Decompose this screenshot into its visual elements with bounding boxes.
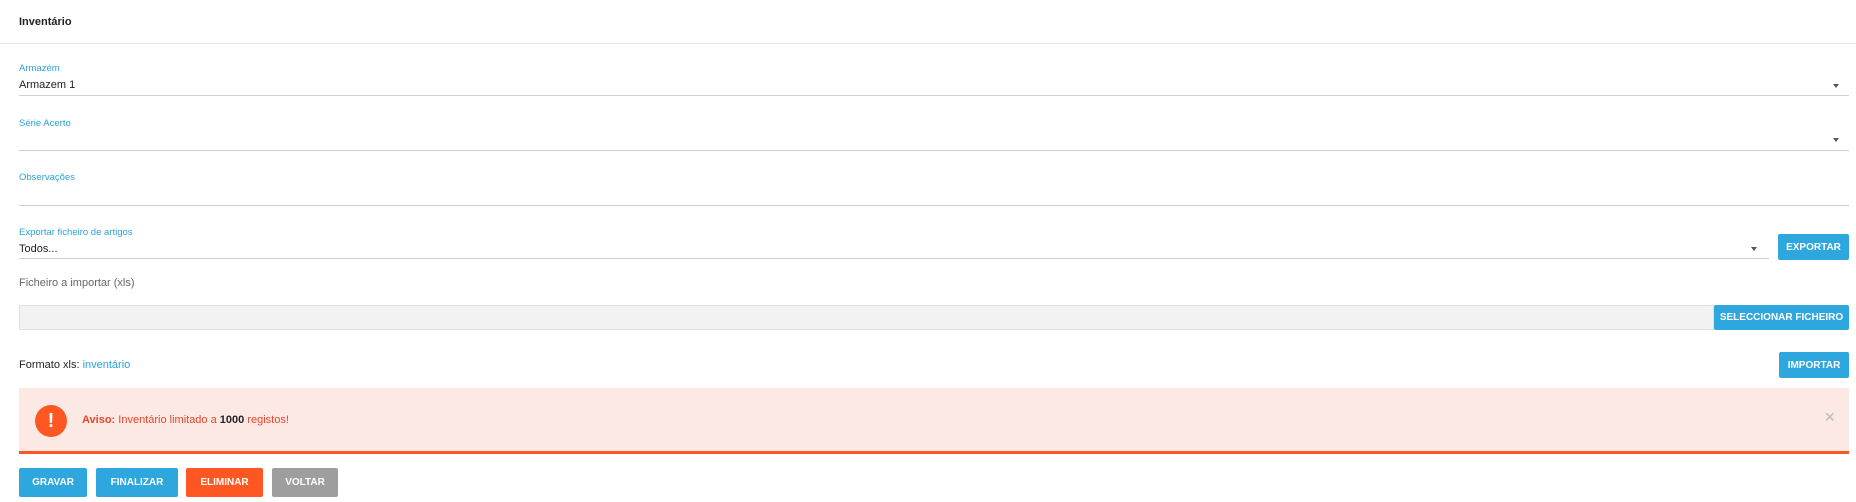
file-path-field[interactable] xyxy=(19,305,1714,330)
armazem-underline xyxy=(19,95,1849,96)
serie-acerto-chevron-down-icon[interactable] xyxy=(1833,138,1839,142)
close-icon[interactable]: × xyxy=(1824,408,1835,426)
observacoes-underline xyxy=(19,205,1849,206)
serie-acerto-select[interactable] xyxy=(19,133,1819,147)
page-title: Inventário xyxy=(19,16,72,28)
warning-alert: ! Aviso: Inventário limitado a 1000 regi… xyxy=(19,388,1849,454)
gravar-button[interactable]: GRAVAR xyxy=(19,468,87,497)
exportar-underline xyxy=(19,258,1769,259)
finalizar-button[interactable]: FINALIZAR xyxy=(96,468,178,497)
armazem-chevron-down-icon[interactable] xyxy=(1833,84,1839,88)
alert-count: 1000 xyxy=(219,414,245,426)
exclamation-icon: ! xyxy=(35,405,67,437)
formato-xls-link[interactable]: inventário xyxy=(83,359,131,371)
importar-label: Ficheiro a importar (xls) xyxy=(19,277,135,289)
alert-message-post: registos! xyxy=(244,414,289,426)
exportar-button[interactable]: EXPORTAR xyxy=(1778,234,1849,260)
observacoes-label: Observações xyxy=(19,172,75,183)
serie-acerto-underline xyxy=(19,150,1849,151)
exportar-select[interactable]: Todos... xyxy=(19,243,58,255)
exportar-chevron-down-icon[interactable] xyxy=(1751,247,1757,251)
serie-acerto-label: Série Acerto xyxy=(19,118,71,129)
armazem-label: Armazém xyxy=(19,63,60,74)
importar-button[interactable]: IMPORTAR xyxy=(1779,352,1849,378)
select-file-button[interactable]: SELECCIONAR FICHEIRO xyxy=(1714,305,1849,330)
armazem-select[interactable]: Armazem 1 xyxy=(19,79,75,91)
eliminar-button[interactable]: ELIMINAR xyxy=(186,468,263,497)
alert-message-pre: Inventário limitado a xyxy=(115,414,220,426)
formato-xls-prefix: Formato xls: xyxy=(19,359,80,371)
observacoes-input[interactable] xyxy=(19,187,1849,201)
alert-title: Aviso: xyxy=(82,414,116,426)
voltar-button[interactable]: VOLTAR xyxy=(272,468,338,497)
formato-xls-text: Formato xls: inventário xyxy=(19,359,130,371)
page-header: Inventário xyxy=(0,0,1856,44)
alert-message: Aviso: Inventário limitado a 1000 regist… xyxy=(82,414,289,426)
exportar-label: Exportar ficheiro de artigos xyxy=(19,227,133,238)
